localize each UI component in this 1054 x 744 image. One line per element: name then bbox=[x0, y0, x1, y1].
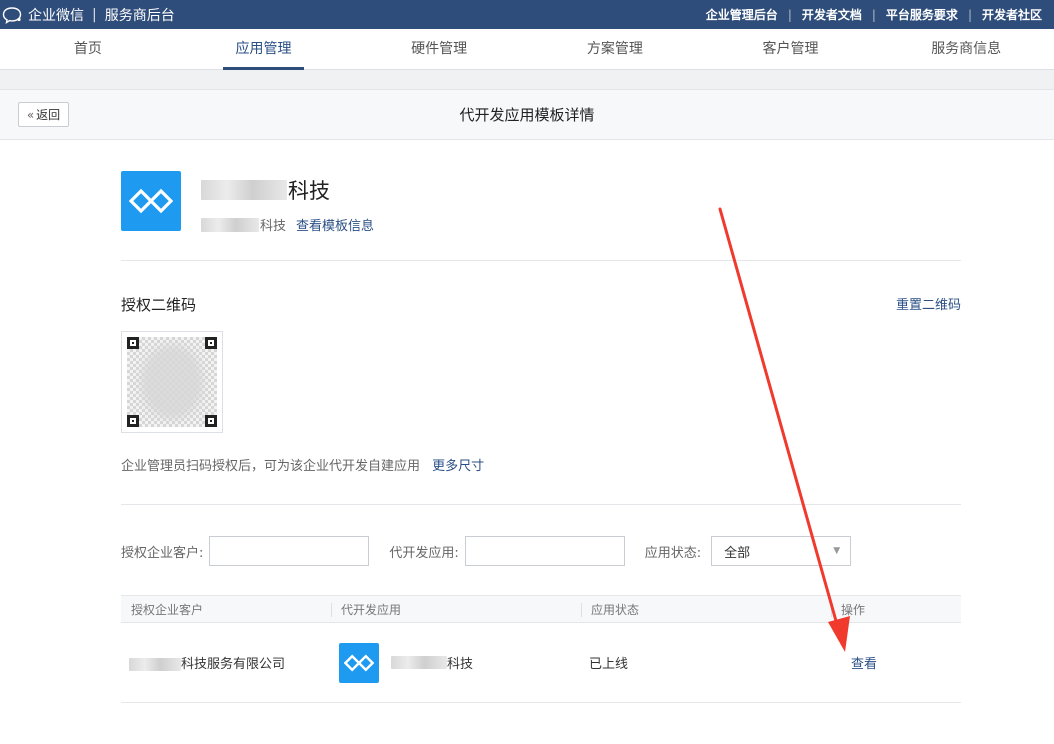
qr-finder-mark bbox=[205, 415, 217, 427]
column-header-action: 操作 bbox=[831, 596, 961, 623]
linked-diamonds-icon bbox=[129, 188, 173, 214]
app-name-suffix: 科技 bbox=[288, 179, 330, 203]
link-developer-community[interactable]: 开发者社区 bbox=[982, 6, 1042, 23]
qr-code-image bbox=[127, 337, 217, 427]
qr-finder-mark bbox=[127, 337, 139, 349]
redacted-text bbox=[391, 656, 447, 669]
app-logo bbox=[339, 642, 379, 683]
link-platform-requirements[interactable]: 平台服务要求 bbox=[886, 6, 958, 23]
redacted-text bbox=[129, 658, 181, 671]
qr-title: 授权二维码 bbox=[121, 296, 197, 314]
detail-content: 科技 科技 查看模板信息 授权二维码 重置二维码 企业管理员扫码授权后，可为该企… bbox=[121, 141, 961, 703]
link-developer-docs[interactable]: 开发者文档 bbox=[802, 6, 862, 23]
brand-divider: | bbox=[92, 6, 97, 23]
app-info: 科技 科技 查看模板信息 bbox=[121, 141, 961, 261]
customer-filter-label: 授权企业客户: bbox=[121, 545, 204, 561]
status-filter-label: 应用状态: bbox=[644, 545, 702, 561]
status-cell: 已上线 bbox=[589, 657, 629, 672]
redaction-blur bbox=[141, 345, 203, 419]
column-header-app: 代开发应用 bbox=[331, 596, 581, 623]
app-sub-suffix: 科技 bbox=[260, 219, 287, 234]
customer-filter-input[interactable] bbox=[209, 536, 370, 566]
filter-bar: 授权企业客户: 代开发应用: 应用状态: 全部 ▼ bbox=[121, 505, 961, 595]
page-title: 代开发应用模板详情 bbox=[459, 106, 595, 124]
redacted-text bbox=[201, 217, 259, 232]
nav-home[interactable]: 首页 bbox=[0, 29, 176, 69]
nav-customer-management[interactable]: 客户管理 bbox=[703, 29, 879, 69]
nav-solution-management[interactable]: 方案管理 bbox=[527, 29, 703, 69]
nav-app-management[interactable]: 应用管理 bbox=[176, 29, 352, 70]
view-button[interactable]: 查看 bbox=[851, 657, 877, 672]
reset-qr-link[interactable]: 重置二维码 bbox=[896, 294, 961, 313]
more-sizes-link[interactable]: 更多尺寸 bbox=[432, 459, 484, 474]
app-text: 科技 科技 查看模板信息 bbox=[201, 171, 374, 260]
column-header-status: 应用状态 bbox=[581, 596, 831, 623]
redacted-text bbox=[201, 180, 287, 200]
link-divider: | bbox=[967, 7, 972, 22]
status-select[interactable]: 全部 ▼ bbox=[711, 536, 852, 566]
linked-diamonds-icon bbox=[344, 653, 374, 672]
qr-finder-mark bbox=[127, 415, 139, 427]
brand-name: 企业微信 bbox=[28, 7, 84, 24]
back-button[interactable]: « 返回 bbox=[18, 102, 69, 127]
qr-description: 企业管理员扫码授权后，可为该企业代开发自建应用 更多尺寸 bbox=[121, 455, 484, 474]
app-filter-input[interactable] bbox=[464, 536, 625, 566]
table-header-row: 授权企业客户 代开发应用 应用状态 操作 bbox=[121, 595, 961, 623]
nav-provider-info[interactable]: 服务商信息 bbox=[878, 29, 1054, 69]
caret-down-icon: ▼ bbox=[833, 546, 841, 556]
link-divider: | bbox=[787, 7, 792, 22]
action-cell: 查看 bbox=[831, 623, 961, 703]
detail-panel: « 返回 代开发应用模板详情 科技 科技 查看模板信息 授权二维码 重置二维码 … bbox=[0, 89, 1054, 744]
app-logo bbox=[121, 171, 181, 231]
column-header-customer: 授权企业客户 bbox=[131, 602, 204, 617]
brand[interactable]: 企业微信 | 服务商后台 bbox=[2, 5, 175, 25]
qr-description-text: 企业管理员扫码授权后，可为该企业代开发自建应用 bbox=[121, 459, 421, 474]
chat-bubble-icon bbox=[2, 6, 22, 24]
app-name-suffix: 科技 bbox=[447, 657, 474, 672]
panel-header: « 返回 代开发应用模板详情 bbox=[0, 90, 1054, 140]
status-select-value: 全部 bbox=[724, 545, 751, 561]
app-filter-label: 代开发应用: bbox=[389, 545, 459, 561]
app-subtitle: 科技 查看模板信息 bbox=[201, 215, 374, 234]
qr-section: 授权二维码 重置二维码 企业管理员扫码授权后，可为该企业代开发自建应用 更多尺寸 bbox=[121, 261, 961, 505]
authorization-table: 授权企业客户 代开发应用 应用状态 操作 科技服务有限公司 科技 已上线 查看 bbox=[121, 595, 961, 703]
nav-hardware-management[interactable]: 硬件管理 bbox=[351, 29, 527, 69]
back-label: 返回 bbox=[36, 108, 61, 122]
qr-code[interactable] bbox=[121, 331, 223, 433]
table-row: 科技服务有限公司 科技 已上线 查看 bbox=[121, 623, 961, 703]
customer-name-suffix: 科技服务有限公司 bbox=[181, 657, 286, 672]
app-name: 科技 bbox=[201, 175, 374, 205]
link-divider: | bbox=[871, 7, 876, 22]
top-bar: 企业微信 | 服务商后台 企业管理后台 | 开发者文档 | 平台服务要求 | 开… bbox=[0, 0, 1054, 29]
section-name: 服务商后台 bbox=[104, 7, 175, 24]
qr-finder-mark bbox=[205, 337, 217, 349]
view-template-info-link[interactable]: 查看模板信息 bbox=[296, 215, 374, 234]
customer-cell: 科技服务有限公司 bbox=[121, 623, 331, 703]
app-cell: 科技 bbox=[331, 623, 581, 703]
top-links: 企业管理后台 | 开发者文档 | 平台服务要求 | 开发者社区 bbox=[706, 6, 1042, 23]
main-nav: 首页 应用管理 硬件管理 方案管理 客户管理 服务商信息 bbox=[0, 29, 1054, 70]
double-chevron-left-icon: « bbox=[26, 107, 35, 122]
link-enterprise-admin[interactable]: 企业管理后台 bbox=[706, 6, 778, 23]
